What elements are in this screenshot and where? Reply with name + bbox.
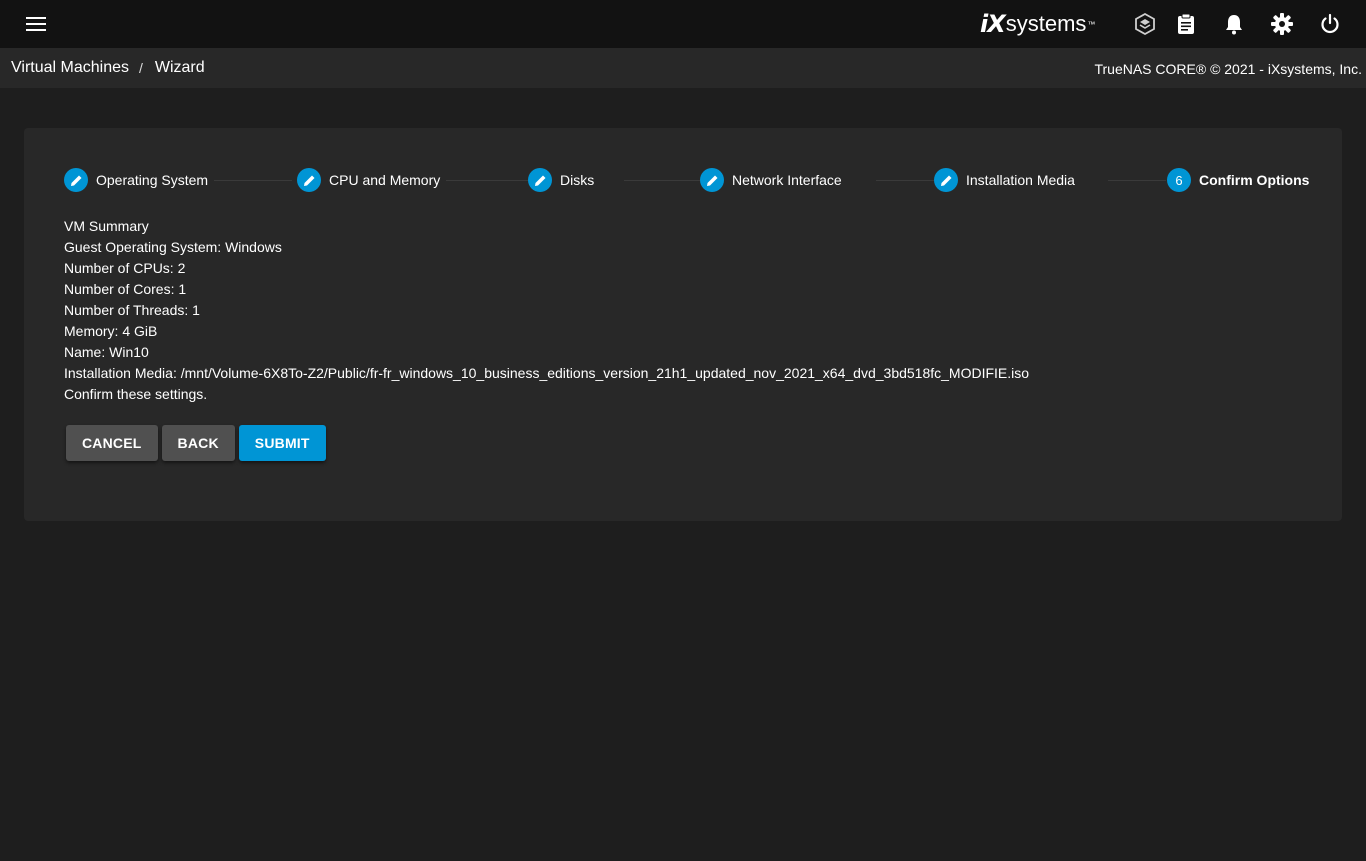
submit-button[interactable]: SUBMIT	[238, 425, 326, 461]
ixsystems-logo[interactable]: iX systems ™	[980, 8, 1095, 40]
step-cpu-and-memory[interactable]: CPU and Memory	[297, 168, 441, 192]
step-disks[interactable]: Disks	[528, 168, 595, 192]
summary-threads: Number of Threads: 1	[64, 302, 200, 318]
step-connector	[876, 180, 934, 181]
step-label: Confirm Options	[1199, 172, 1310, 188]
breadcrumb-item-virtual-machines[interactable]: Virtual Machines	[11, 59, 129, 77]
step-label: Network Interface	[732, 172, 842, 188]
pencil-icon	[528, 168, 552, 192]
truecommand-icon[interactable]	[1133, 12, 1157, 36]
step-network-interface[interactable]: Network Interface	[700, 168, 842, 192]
step-connector	[214, 180, 292, 181]
breadcrumb-separator: /	[138, 60, 143, 76]
summary-guest-os: Guest Operating System: Windows	[64, 239, 282, 255]
step-label: CPU and Memory	[329, 172, 441, 188]
pencil-icon	[700, 168, 724, 192]
gear-icon[interactable]	[1270, 12, 1294, 36]
clipboard-icon[interactable]	[1174, 12, 1198, 36]
summary-cpus: Number of CPUs: 2	[64, 260, 186, 276]
power-icon[interactable]	[1318, 12, 1342, 36]
step-label: Operating System	[96, 172, 209, 188]
wizard-stepper: Operating System CPU and Memory Disks Ne…	[64, 168, 1310, 192]
logo-ix: iX	[980, 10, 1006, 38]
cancel-button[interactable]: CANCEL	[66, 425, 158, 461]
breadcrumb: Virtual Machines / Wizard	[11, 59, 205, 77]
step-connector	[624, 180, 700, 181]
logo-trademark: ™	[1087, 19, 1096, 29]
step-label: Installation Media	[966, 172, 1075, 188]
breadcrumb-item-wizard: Wizard	[154, 59, 205, 76]
pencil-icon	[297, 168, 321, 192]
wizard-buttons: CANCEL BACK SUBMIT	[66, 425, 326, 461]
hamburger-menu-icon[interactable]	[20, 12, 52, 36]
summary-title: VM Summary	[64, 218, 149, 234]
bell-icon[interactable]	[1222, 12, 1246, 36]
summary-name: Name: Win10	[64, 344, 149, 360]
vm-summary: VM Summary Guest Operating System: Windo…	[64, 216, 1029, 405]
summary-confirm-text: Confirm these settings.	[64, 386, 208, 402]
step-connector	[446, 180, 528, 181]
summary-cores: Number of Cores: 1	[64, 281, 187, 297]
step-confirm-options[interactable]: 6 Confirm Options	[1167, 168, 1310, 192]
wizard-card: Operating System CPU and Memory Disks Ne…	[24, 128, 1342, 521]
summary-memory: Memory: 4 GiB	[64, 323, 158, 339]
summary-installation-media: Installation Media: /mnt/Volume-6X8To-Z2…	[64, 365, 1030, 381]
step-number: 6	[1167, 168, 1191, 192]
breadcrumb-bar: Virtual Machines / Wizard TrueNAS CORE® …	[0, 48, 1366, 88]
logo-systems: systems	[1005, 11, 1087, 36]
pencil-icon	[934, 168, 958, 192]
pencil-icon	[64, 168, 88, 192]
copyright-text: TrueNAS CORE® © 2021 - iXsystems, Inc.	[1094, 61, 1362, 77]
step-operating-system[interactable]: Operating System	[64, 168, 209, 192]
step-label: Disks	[560, 172, 595, 188]
step-connector	[1108, 180, 1166, 181]
back-button[interactable]: BACK	[161, 425, 235, 461]
top-toolbar: iX systems ™	[0, 0, 1366, 48]
step-installation-media[interactable]: Installation Media	[934, 168, 1075, 192]
